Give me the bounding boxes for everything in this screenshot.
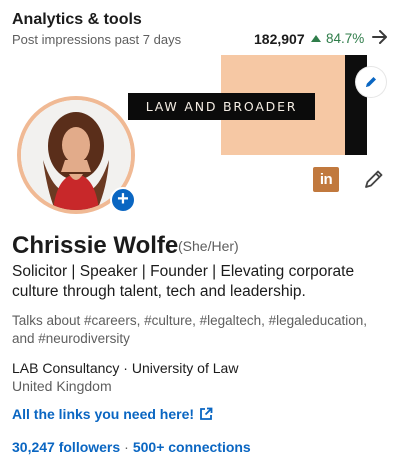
pronouns: (She/Her) bbox=[178, 238, 239, 254]
trend-value: 84.7% bbox=[326, 31, 365, 46]
edit-banner-button[interactable] bbox=[356, 67, 386, 97]
analytics-title: Analytics & tools bbox=[12, 11, 142, 28]
impressions-count: 182,907 bbox=[254, 31, 305, 47]
banner-label: LAW AND BROADER bbox=[128, 93, 315, 120]
profile-name: Chrissie Wolfe bbox=[12, 232, 179, 259]
external-link-icon bbox=[200, 407, 213, 420]
connections-link[interactable]: 500+ connections bbox=[133, 439, 251, 455]
pencil-icon bbox=[366, 77, 376, 87]
location: United Kingdom bbox=[12, 378, 112, 394]
links-label: All the links you need here! bbox=[12, 406, 195, 422]
edit-profile-icon[interactable] bbox=[363, 168, 385, 190]
analytics-subtitle: Post impressions past 7 days bbox=[12, 32, 182, 47]
current-company[interactable]: LAB Consultancy · University of Law bbox=[12, 360, 238, 376]
talks-about: Talks about #careers, #culture, #legalte… bbox=[12, 313, 367, 346]
followers-link[interactable]: 30,247 followers bbox=[12, 439, 120, 455]
impressions-trend: 84.7% bbox=[311, 31, 364, 46]
network-stats: 30,247 followers · 500+ connections bbox=[12, 439, 251, 455]
trend-up-icon bbox=[311, 35, 321, 42]
links-link[interactable]: All the links you need here! bbox=[12, 406, 213, 422]
arrow-right-icon[interactable] bbox=[371, 27, 389, 47]
stats-separator: · bbox=[124, 439, 129, 455]
analytics-section[interactable]: Analytics & tools Post impressions past … bbox=[0, 0, 400, 52]
add-story-button[interactable]: + bbox=[110, 187, 136, 213]
linkedin-icon: in bbox=[313, 167, 339, 192]
profile-headline: Solicitor | Speaker | Founder | Elevatin… bbox=[12, 263, 355, 300]
